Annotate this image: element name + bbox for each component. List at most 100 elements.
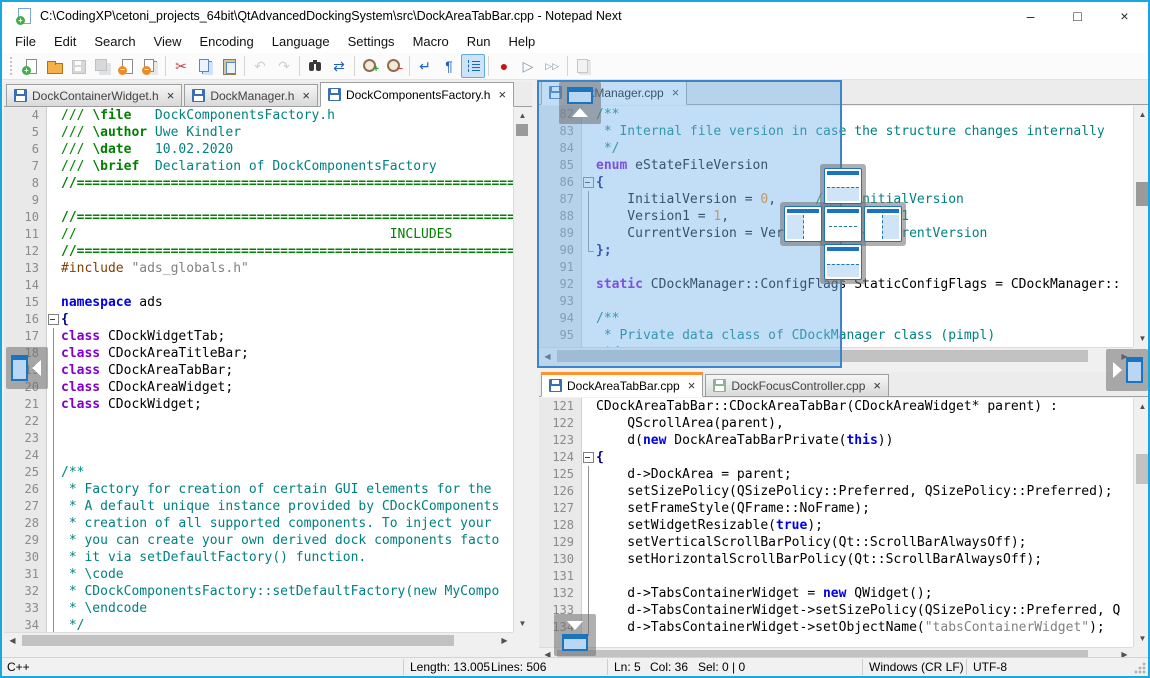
code-line[interactable]: 6/// \date 10.02.2020 (4, 141, 513, 158)
scroll-up-icon[interactable]: ▲ (514, 107, 531, 124)
resize-grip[interactable] (1134, 662, 1146, 674)
code-line[interactable]: 17class CDockWidgetTab; (4, 328, 513, 345)
scroll-down-icon[interactable]: ▼ (1134, 630, 1150, 647)
dock-edge-right-indicator[interactable] (1106, 349, 1148, 391)
indent-guides-button[interactable] (461, 54, 485, 78)
new-file-button[interactable] (18, 54, 42, 78)
fold-collapse-icon[interactable] (46, 311, 61, 328)
code-line[interactable]: 132 d->TabsContainerWidget = new QWidget… (539, 585, 1133, 602)
code-line[interactable]: 32 * CDockComponentsFactory::setDefaultF… (4, 583, 513, 600)
menu-view[interactable]: View (145, 31, 191, 52)
scroll-up-icon[interactable]: ▲ (1134, 398, 1150, 415)
open-file-button[interactable] (42, 54, 66, 78)
show-all-characters-button[interactable]: ¶ (437, 54, 461, 78)
code-line[interactable]: 15namespace ads (4, 294, 513, 311)
play-macro-button[interactable]: ▷ (516, 54, 540, 78)
code-line[interactable]: 134 d->TabsContainerWidget->setObjectNam… (539, 619, 1133, 636)
code-line[interactable]: 25/** (4, 464, 513, 481)
run-macro-multiple-button[interactable]: ▷▷ (540, 54, 564, 78)
menu-language[interactable]: Language (263, 31, 339, 52)
code-line[interactable]: 20class CDockAreaWidget; (4, 379, 513, 396)
macro-pages-button[interactable] (571, 54, 595, 78)
code-line[interactable]: 7/// \brief Declaration of DockComponent… (4, 158, 513, 175)
code-line[interactable]: 33 * \endcode (4, 600, 513, 617)
code-line[interactable]: 9 (4, 192, 513, 209)
code-line[interactable]: 133 d->TabsContainerWidget->setSizePolic… (539, 602, 1133, 619)
code-line[interactable]: 29 * you can create your own derived doc… (4, 532, 513, 549)
menu-run[interactable]: Run (458, 31, 500, 52)
eol-format[interactable]: Windows (CR LF) (869, 660, 964, 674)
redo-button[interactable]: ↷ (272, 54, 296, 78)
fold-collapse-icon[interactable] (581, 449, 596, 466)
minimize-button[interactable]: – (1007, 2, 1054, 30)
menu-encoding[interactable]: Encoding (191, 31, 263, 52)
record-macro-button[interactable]: ● (492, 54, 516, 78)
menu-macro[interactable]: Macro (404, 31, 458, 52)
dock-edge-top-indicator[interactable] (559, 82, 601, 124)
save-button[interactable] (66, 54, 90, 78)
bottom-right-editor[interactable]: 121CDockAreaTabBar::CDockAreaTabBar(CDoc… (539, 398, 1133, 647)
code-line[interactable]: 123 d(new DockAreaTabBarPrivate(this)) (539, 432, 1133, 449)
code-line[interactable]: 129 setVerticalScrollBarPolicy(Qt::Scrol… (539, 534, 1133, 551)
menu-help[interactable]: Help (500, 31, 545, 52)
code-line[interactable]: 5/// \author Uwe Kindler (4, 124, 513, 141)
scrollbar-thumb[interactable] (22, 635, 454, 646)
code-line[interactable]: 127 setFrameStyle(QFrame::NoFrame); (539, 500, 1133, 517)
tab-dockcomponentsfactory-h[interactable]: DockComponentsFactory.h× (320, 82, 514, 107)
code-line[interactable]: 18class CDockAreaTitleBar; (4, 345, 513, 362)
code-line[interactable]: 14 (4, 277, 513, 294)
word-wrap-button[interactable]: ↵ (413, 54, 437, 78)
code-line[interactable]: 10//====================================… (4, 209, 513, 226)
code-line[interactable]: 13#include "ads_globals.h" (4, 260, 513, 277)
menu-file[interactable]: File (6, 31, 45, 52)
scrollbar-thumb[interactable] (516, 124, 528, 136)
code-line[interactable]: 11// INCLUDES (4, 226, 513, 243)
scrollbar-thumb[interactable] (1136, 454, 1148, 484)
code-line[interactable]: 4/// \file DockComponentsFactory.h (4, 107, 513, 124)
code-line[interactable]: 124{ (539, 449, 1133, 466)
tab-close-icon[interactable]: × (688, 378, 696, 393)
copy-button[interactable] (193, 54, 217, 78)
left-vertical-scrollbar[interactable]: ▲ ▼ (513, 107, 530, 632)
tab-dockfocuscontroller-cpp[interactable]: DockFocusController.cpp× (705, 374, 889, 396)
tab-close-icon[interactable]: × (498, 87, 506, 102)
tab-close-icon[interactable]: × (873, 378, 881, 393)
cut-button[interactable]: ✂ (169, 54, 193, 78)
menu-settings[interactable]: Settings (339, 31, 404, 52)
code-line[interactable]: 31 * \code (4, 566, 513, 583)
close-all-files-button[interactable] (138, 54, 162, 78)
scroll-right-icon[interactable]: ▶ (496, 633, 513, 649)
zoom-in-button[interactable] (358, 54, 382, 78)
code-line[interactable]: 26 * Factory for creation of certain GUI… (4, 481, 513, 498)
zoom-out-button[interactable] (382, 54, 406, 78)
code-line[interactable]: 125 d->DockArea = parent; (539, 466, 1133, 483)
top-right-vertical-scrollbar[interactable]: ▲ ▼ (1133, 106, 1150, 347)
code-line[interactable]: 12//====================================… (4, 243, 513, 260)
tab-dockcontainerwidget-h[interactable]: DockContainerWidget.h× (6, 84, 182, 106)
dock-edge-bottom-indicator[interactable] (554, 614, 596, 656)
encoding-indicator[interactable]: UTF-8 (973, 660, 1007, 674)
code-line[interactable]: 131 (539, 568, 1133, 585)
code-line[interactable]: 16{ (4, 311, 513, 328)
code-line[interactable]: 128 setWidgetResizable(true); (539, 517, 1133, 534)
tab-close-icon[interactable]: × (167, 88, 175, 103)
dock-drop-bottom-icon[interactable] (824, 244, 862, 280)
paste-button[interactable] (217, 54, 241, 78)
save-a-copy-button[interactable] (90, 54, 114, 78)
code-line[interactable]: 22 (4, 413, 513, 430)
left-editor[interactable]: 4/// \file DockComponentsFactory.h5/// \… (4, 107, 513, 632)
code-line[interactable]: 23 (4, 430, 513, 447)
code-line[interactable]: 21class CDockWidget; (4, 396, 513, 413)
dock-edge-left-indicator[interactable] (6, 347, 48, 389)
dock-drop-center-icon[interactable] (824, 206, 862, 242)
code-line[interactable]: 34 */ (4, 617, 513, 632)
code-line[interactable]: 28 * creation of all supported component… (4, 515, 513, 532)
find-button[interactable] (303, 54, 327, 78)
tab-dockmanager-h[interactable]: DockManager.h× (184, 84, 318, 106)
scroll-down-icon[interactable]: ▼ (514, 615, 531, 632)
code-line[interactable]: 130 setHorizontalScrollBarPolicy(Qt::Scr… (539, 551, 1133, 568)
code-line[interactable]: 122 QScrollArea(parent), (539, 415, 1133, 432)
dock-drop-right-icon[interactable] (864, 206, 902, 242)
replace-button[interactable]: ⇄ (327, 54, 351, 78)
tab-close-icon[interactable]: × (302, 88, 310, 103)
